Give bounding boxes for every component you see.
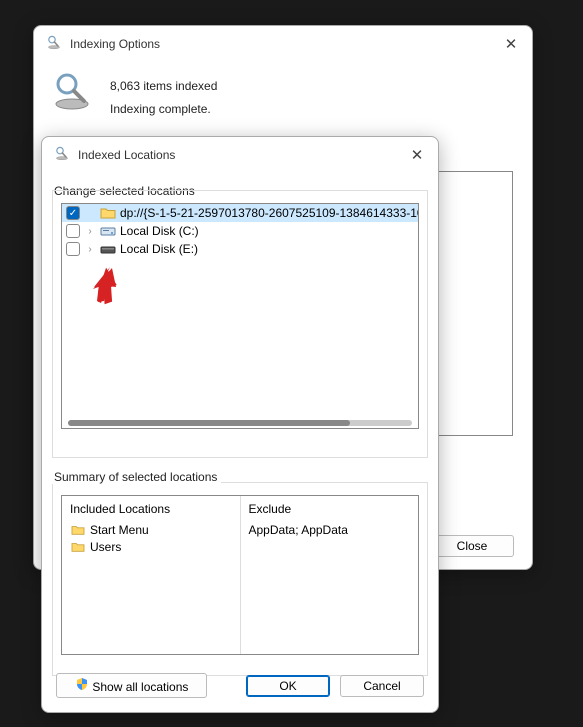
indexed-locations-window: Indexed Locations ✕ Change selected loca… [41, 136, 439, 713]
drive-icon [100, 224, 116, 238]
list-item: AppData; AppData [249, 522, 411, 539]
exclude-header: Exclude [249, 502, 411, 516]
parent-titlebar: Indexing Options ✕ [34, 26, 532, 61]
folder-icon [100, 206, 116, 220]
child-title: Indexed Locations [78, 148, 175, 162]
folder-icon [70, 540, 86, 554]
show-all-label: Show all locations [92, 680, 188, 694]
magnifier-icon [52, 71, 92, 116]
cancel-button[interactable]: Cancel [340, 675, 424, 697]
shield-icon [75, 677, 89, 691]
included-item-label: Start Menu [90, 522, 149, 539]
search-icon [54, 145, 70, 164]
drive-icon [100, 242, 116, 256]
folder-icon [70, 523, 86, 537]
included-header: Included Locations [70, 502, 232, 516]
close-icon: ✕ [411, 146, 424, 164]
tree-row[interactable]: › Local Disk (C:) [62, 222, 418, 240]
items-indexed-text: 8,063 items indexed [110, 75, 217, 98]
chevron-right-icon[interactable]: › [84, 244, 96, 255]
list-item[interactable]: Users [70, 539, 232, 556]
show-all-locations-button[interactable]: Show all locations [56, 673, 207, 698]
ok-button[interactable]: OK [246, 675, 330, 697]
included-item-label: Users [90, 539, 121, 556]
exclude-item-label: AppData; AppData [249, 522, 348, 539]
child-close-button[interactable]: ✕ [408, 146, 426, 164]
close-button[interactable]: Close [430, 535, 514, 557]
checkbox-icon[interactable] [66, 242, 80, 256]
list-item[interactable]: Start Menu [70, 522, 232, 539]
search-icon [46, 34, 62, 53]
tree-row-label: Local Disk (E:) [120, 242, 198, 256]
parent-title: Indexing Options [70, 37, 160, 51]
checkbox-icon[interactable] [66, 206, 80, 220]
summary-group-label: Summary of selected locations [50, 470, 221, 484]
checkbox-icon[interactable] [66, 224, 80, 238]
tree-row-label: dp://{S-1-5-21-2597013780-2607525109-138… [120, 206, 419, 220]
tree-row-label: Local Disk (C:) [120, 224, 199, 238]
locations-group: dp://{S-1-5-21-2597013780-2607525109-138… [52, 190, 428, 458]
locations-tree[interactable]: dp://{S-1-5-21-2597013780-2607525109-138… [61, 203, 419, 429]
tree-row[interactable]: › Local Disk (E:) [62, 240, 418, 258]
scrollbar-thumb[interactable] [68, 420, 350, 426]
child-titlebar: Indexed Locations ✕ [42, 137, 438, 172]
close-icon: ✕ [505, 35, 518, 53]
chevron-right-icon[interactable]: › [84, 226, 96, 237]
horizontal-scrollbar[interactable] [68, 420, 412, 426]
tree-row[interactable]: dp://{S-1-5-21-2597013780-2607525109-138… [62, 204, 418, 222]
summary-group: Included Locations Start Menu Users Excl… [52, 482, 428, 676]
indexing-status-text: Indexing complete. [110, 98, 217, 121]
parent-close-button[interactable]: ✕ [502, 35, 520, 53]
summary-table: Included Locations Start Menu Users Excl… [61, 495, 419, 655]
